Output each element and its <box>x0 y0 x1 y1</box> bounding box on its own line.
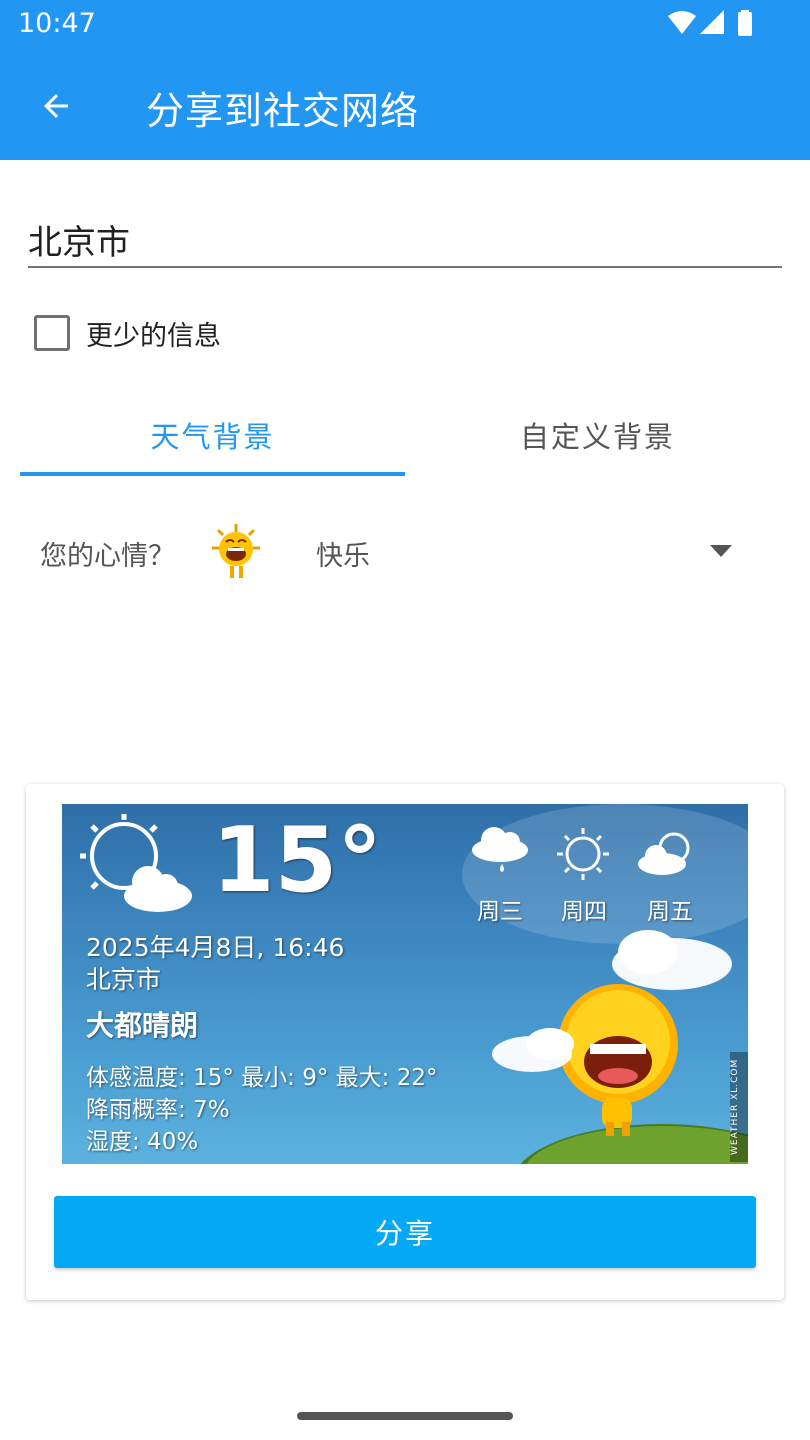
page-title: 分享到社交网络 <box>146 89 420 133</box>
tab-indicator <box>20 472 405 476</box>
weather-preview-image: 15° 周三 周四 周五 2025年4月8日, 16:46 北京市 大都晴朗 体… <box>62 804 748 1164</box>
forecast-day-3: 周五 <box>647 899 693 925</box>
mood-selector[interactable]: 您的心情？ 快乐 <box>40 520 740 582</box>
weather-datetime: 2025年4月8日, 16:46 <box>86 933 345 962</box>
forecast-day-2: 周四 <box>561 899 607 925</box>
checkbox-box[interactable] <box>34 315 70 351</box>
app-bar: 分享到社交网络 <box>0 50 810 160</box>
mood-value: 快乐 <box>316 541 370 572</box>
tab-custom-background[interactable]: 自定义背景 <box>405 392 790 478</box>
weather-city: 北京市 <box>86 965 162 994</box>
city-input[interactable] <box>28 212 782 268</box>
battery-icon <box>738 12 752 36</box>
wifi-icon <box>668 11 696 34</box>
weather-condition: 大都晴朗 <box>86 1009 199 1042</box>
share-preview-card: 15° 周三 周四 周五 2025年4月8日, 16:46 北京市 大都晴朗 体… <box>26 784 784 1300</box>
share-button[interactable]: 分享 <box>54 1196 756 1268</box>
less-info-label: 更少的信息 <box>86 320 221 352</box>
rain-chance: 降雨概率: 7% <box>86 1097 230 1123</box>
gesture-nav-handle[interactable] <box>297 1412 513 1420</box>
less-info-checkbox[interactable]: 更少的信息 <box>34 312 221 354</box>
status-bar: 10:47 <box>0 0 810 50</box>
forecast-day-1: 周三 <box>477 899 523 925</box>
watermark: WEATHER XL.COM <box>730 1052 748 1162</box>
background-tabs: 天气背景 自定义背景 <box>20 392 790 478</box>
humidity: 湿度: 40% <box>86 1129 199 1155</box>
tab-weather-background[interactable]: 天气背景 <box>20 392 405 478</box>
sun-cloud-icon <box>80 814 192 912</box>
dropdown-arrow-icon[interactable] <box>710 545 732 557</box>
signal-icon <box>700 10 724 34</box>
arrow-back-icon <box>44 94 68 118</box>
feels-like-temps: 体感温度: 15° 最小: 9° 最大: 22° <box>86 1065 438 1091</box>
laughing-sun-emoji-icon <box>212 524 260 578</box>
mood-label: 您的心情？ <box>40 541 175 572</box>
status-icons <box>668 10 752 36</box>
back-button[interactable] <box>26 78 86 134</box>
status-time: 10:47 <box>18 8 96 39</box>
current-temperature: 15° <box>212 808 383 913</box>
